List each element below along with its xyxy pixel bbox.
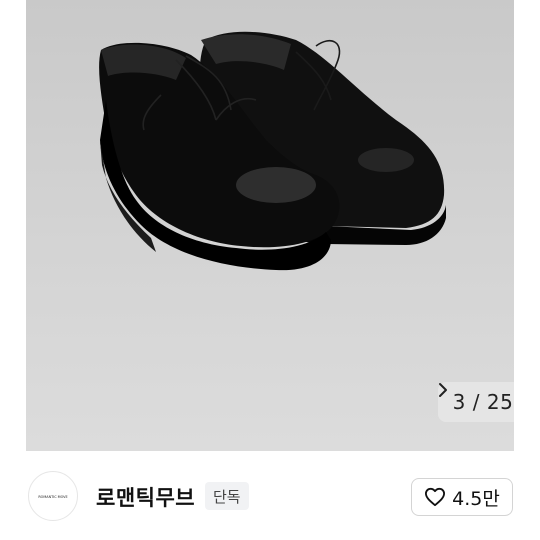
product-image[interactable]: 3 / 25 xyxy=(26,0,514,451)
like-count: 4.5만 xyxy=(452,487,500,510)
counter-current: 3 xyxy=(452,390,466,414)
heart-outline-icon xyxy=(425,487,446,507)
image-counter[interactable]: 3 / 25 xyxy=(438,382,514,422)
counter-separator: / xyxy=(472,390,481,414)
brand-logo-mark: ROMANTIC MOVE xyxy=(38,495,67,499)
counter-text: 3 / 25 xyxy=(453,390,514,414)
exclusive-badge: 단독 xyxy=(205,482,249,510)
like-button[interactable]: 4.5만 xyxy=(411,478,513,516)
brand-logo-text: ROMANTIC MOVE xyxy=(38,495,67,499)
counter-total: 25 xyxy=(486,390,514,414)
brand-name[interactable]: 로맨틱무브 xyxy=(96,482,195,512)
brand-logo[interactable]: ROMANTIC MOVE xyxy=(28,471,78,521)
